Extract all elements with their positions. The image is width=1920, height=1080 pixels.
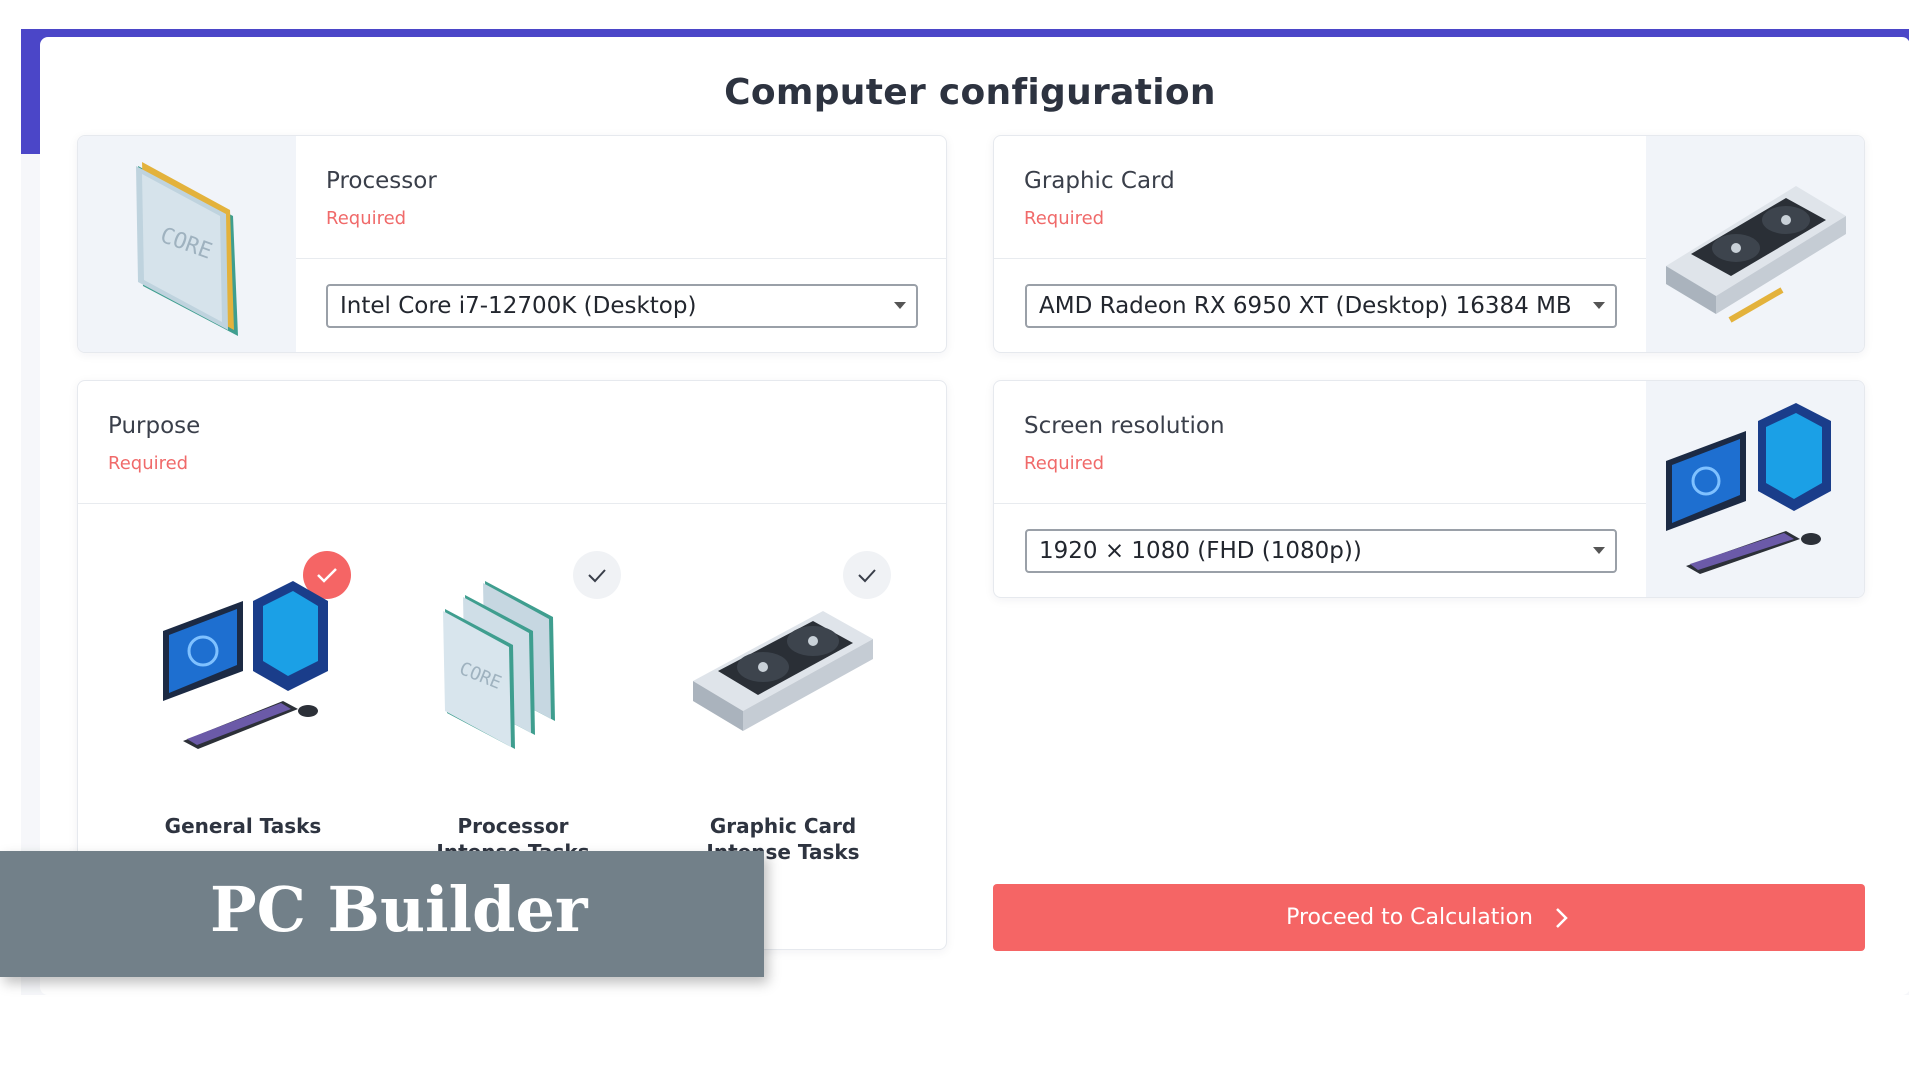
graphic-card-required: Required	[1024, 208, 1105, 229]
graphic-card-select[interactable]: AMD Radeon RX 6950 XT (Desktop) 16384 MB	[1025, 284, 1617, 328]
processor-label: Processor	[326, 168, 437, 194]
graphic-card-image	[1646, 136, 1864, 352]
cpu-icon: CORE	[136, 162, 238, 336]
chevron-right-icon	[1556, 908, 1568, 928]
resolution-select-value: 1920 × 1080 (FHD (1080p))	[1039, 538, 1362, 564]
purpose-option-line1: General Tasks	[164, 814, 322, 838]
graphic-card-header: Graphic Card Required	[994, 136, 1648, 259]
resolution-required: Required	[1024, 453, 1105, 474]
processor-image: CORE	[78, 136, 296, 352]
desktop-pc-icon	[163, 581, 328, 749]
processor-select-value: Intel Core i7-12700K (Desktop)	[340, 293, 697, 319]
graphic-card-label: Graphic Card	[1024, 168, 1175, 194]
resolution-label: Screen resolution	[1024, 413, 1225, 439]
desktop-pc-icon	[1666, 403, 1831, 574]
purpose-option-label: General Tasks	[123, 813, 363, 839]
gpu-icon	[1666, 186, 1846, 323]
chevron-down-icon	[1593, 547, 1605, 554]
purpose-option-general[interactable]: General Tasks	[123, 551, 363, 881]
page-title: Computer configuration	[724, 72, 1216, 113]
chevron-down-icon	[1593, 302, 1605, 309]
gpu-icon	[693, 611, 873, 731]
purpose-required: Required	[108, 453, 189, 474]
processor-header: Processor Required	[296, 136, 946, 259]
proceed-to-calculation-button[interactable]: Proceed to Calculation	[993, 884, 1865, 951]
processor-card: CORE Processor Required Intel Core i7-12…	[77, 135, 947, 353]
graphic-card-card: Graphic Card Required AMD Radeon RX 6950…	[993, 135, 1865, 353]
purpose-option-processor[interactable]: CORE Processor Intense Tasks	[393, 551, 633, 881]
purpose-label: Purpose	[108, 413, 201, 439]
cpu-stack-icon: CORE	[443, 581, 555, 749]
purpose-option-graphic-card[interactable]: Graphic Card Intense Tasks	[663, 551, 903, 881]
purpose-option-line1: Graphic Card	[709, 814, 857, 838]
resolution-header: Screen resolution Required	[994, 381, 1648, 504]
brand-banner: PC Builder	[0, 851, 764, 977]
processor-required: Required	[326, 208, 407, 229]
chevron-down-icon	[894, 302, 906, 309]
proceed-button-label: Proceed to Calculation	[1286, 905, 1533, 930]
purpose-header: Purpose Required	[78, 381, 946, 504]
graphic-card-select-value: AMD Radeon RX 6950 XT (Desktop) 16384 MB	[1039, 293, 1572, 319]
resolution-card: Screen resolution Required 1920 × 1080 (…	[993, 380, 1865, 598]
purpose-option-line1: Processor	[457, 814, 569, 838]
processor-select[interactable]: Intel Core i7-12700K (Desktop)	[326, 284, 918, 328]
brand-title: PC Builder	[210, 873, 588, 946]
resolution-image	[1646, 381, 1864, 597]
resolution-select[interactable]: 1920 × 1080 (FHD (1080p))	[1025, 529, 1617, 573]
